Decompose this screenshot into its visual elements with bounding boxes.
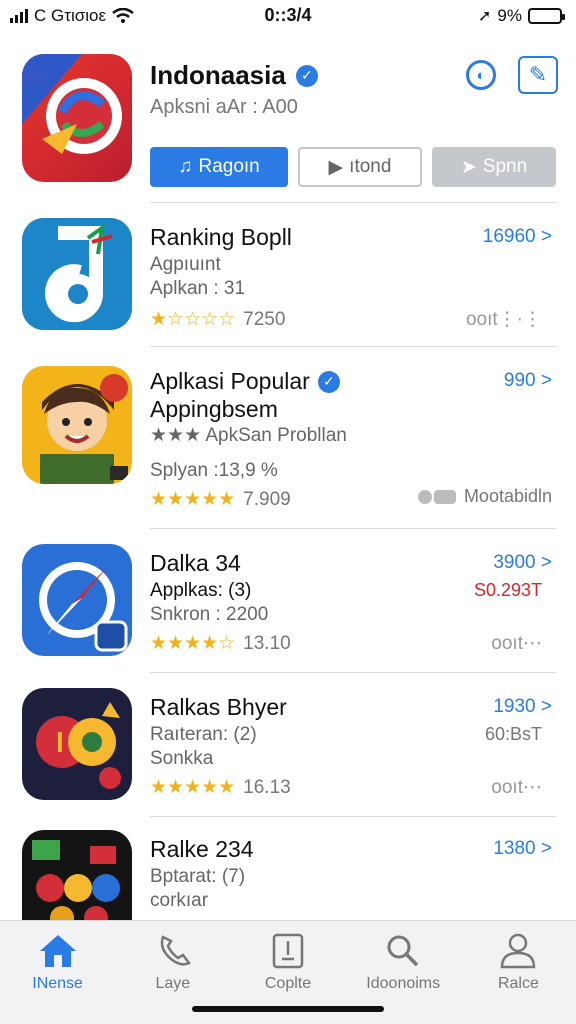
edit-icon[interactable]: ✎: [518, 56, 558, 94]
disabled-action-label: Spnn: [482, 156, 528, 177]
app-name: Ranking Bopll: [150, 224, 292, 250]
divider: [150, 202, 556, 203]
phone-icon: [153, 933, 193, 969]
disabled-action-button[interactable]: ➤ Spnn: [432, 147, 556, 187]
settings-icon[interactable]: ◐: [466, 60, 496, 90]
battery-percent: 9%: [497, 6, 522, 25]
rating-count: 13.10: [243, 632, 291, 654]
sale-price: S0.293T: [473, 580, 542, 600]
star-rating-icon: ★☆☆☆☆: [150, 309, 236, 330]
app-developer: Agpıuınt: [150, 254, 221, 275]
list-item[interactable]: Ralke 234 Bptarat: (7) corkıar 1380 >: [20, 830, 556, 920]
play-icon: ▶: [328, 156, 344, 178]
app-icon: l: [22, 688, 132, 800]
tab-search-label: Idoonoims: [366, 975, 441, 992]
tab-phone-label: Laye: [155, 975, 191, 992]
star-rating-icon: ★★★★☆: [150, 633, 236, 654]
app-category: Snkron : 2200: [150, 604, 269, 625]
price-link[interactable]: 16960 >: [483, 226, 552, 248]
primary-action-label: Ragoın: [198, 156, 260, 177]
rating: ★★★★☆ 13.10: [150, 632, 291, 655]
divider: [150, 672, 556, 673]
home-icon: [38, 933, 78, 969]
verified-badge-icon: ✓: [295, 64, 318, 87]
app-name-secondary: Appingbsem: [150, 396, 278, 422]
battery-icon: [528, 8, 565, 24]
app-name: Dalka 34: [150, 550, 241, 576]
tab-document-label: Coplte: [264, 975, 312, 992]
divider: [150, 528, 556, 529]
more-options[interactable]: ooıt⋯: [491, 632, 542, 655]
more-options[interactable]: ooıt⋯: [491, 776, 542, 799]
tab-home-label: INense: [32, 975, 83, 992]
tab-profile[interactable]: Ralce: [461, 921, 576, 1024]
app-icon: [22, 218, 132, 330]
rating: ★★★★★ 7.909: [150, 488, 291, 511]
featured-title: Indonaasia ✓: [150, 60, 318, 91]
star-rating-icon: ★★★★★: [150, 489, 236, 510]
list-item[interactable]: Aplkasi Popular ✓ Appingbsem ★★★ ApkSan …: [20, 362, 556, 510]
app-category: Aplkan : 31: [150, 278, 246, 299]
rating-count: 7250: [243, 308, 286, 330]
secondary-price: 60:BsT: [484, 724, 542, 744]
app-name: Ralke 234: [150, 836, 254, 862]
share-icon: ➤: [460, 156, 477, 178]
home-indicator[interactable]: [192, 1006, 384, 1012]
price-link[interactable]: 990 >: [504, 370, 552, 392]
app-icon: [22, 366, 132, 484]
svg-text:l: l: [56, 727, 64, 758]
app-category: Sonkka: [150, 748, 214, 769]
price-link[interactable]: 1380 >: [493, 838, 552, 860]
status-bar: C Gτισιοε 0::3/4 ➚ 9%: [0, 0, 576, 32]
divider: [150, 816, 556, 817]
app-category: Splyan :13,9 %: [150, 460, 278, 481]
status-right: ➚ 9%: [478, 6, 565, 26]
tab-home[interactable]: INense: [0, 921, 115, 1024]
app-icon: [22, 830, 132, 920]
extra-info: Mootabidln: [417, 486, 552, 507]
verified-badge-icon: ✓: [317, 370, 340, 393]
featured-app: Indonaasia ✓ Apksni aAr : A00 ◐ ✎ ♫ Rago…: [20, 52, 560, 202]
app-developer: ★★★ ApkSan Probllan: [150, 425, 347, 446]
secondary-action-button[interactable]: ▶ ıtond: [298, 147, 422, 187]
price-link[interactable]: 3900 >: [493, 552, 552, 574]
search-icon: [383, 933, 423, 969]
more-options[interactable]: ooıt⋮·⋮: [466, 308, 542, 331]
divider: [150, 346, 556, 347]
tab-profile-label: Ralce: [497, 975, 539, 992]
app-developer: Applkas: (3): [150, 580, 252, 601]
app-category: corkıar: [150, 890, 209, 911]
app-developer: Raıteran: (2): [150, 724, 257, 745]
music-note-icon: ♫: [178, 156, 193, 177]
rating: ★☆☆☆☆ 7250: [150, 308, 285, 331]
star-rating-icon: ★★★★★: [150, 777, 236, 798]
app-icon: [22, 544, 132, 656]
document-icon: [268, 933, 308, 969]
toggle-icon[interactable]: [417, 489, 456, 504]
app-name: Aplkasi Popular ✓: [150, 368, 340, 395]
price-link[interactable]: 1930 >: [493, 696, 552, 718]
extra-label: Mootabidln: [463, 486, 552, 506]
list-item[interactable]: Dalka 34 Applkas: (3) Snkron : 2200 ★★★★…: [20, 544, 556, 674]
profile-icon: [498, 933, 538, 969]
primary-action-button[interactable]: ♫ Ragoın: [150, 147, 288, 187]
rating-count: 16.13: [243, 776, 291, 798]
app-developer: Bptarat: (7): [150, 866, 246, 887]
rating: ★★★★★ 16.13: [150, 776, 291, 799]
app-name: Ralkas Bhyer: [150, 694, 287, 720]
secondary-action-label: ıtond: [349, 156, 392, 177]
featured-app-icon[interactable]: [22, 54, 132, 182]
app-name-text: Aplkasi Popular: [150, 368, 310, 394]
rating-count: 7.909: [243, 488, 291, 510]
featured-title-text: Indonaasia: [150, 60, 286, 90]
list-item[interactable]: l Ralkas Bhyer Raıteran: (2) Sonkka ★★★★…: [20, 688, 556, 818]
list-item[interactable]: Ranking Bopll Agpıuınt Aplkan : 31 ★☆☆☆☆…: [20, 218, 556, 348]
location-icon: ➚: [478, 8, 492, 25]
featured-subtitle: Apksni aAr : A00: [150, 96, 298, 118]
